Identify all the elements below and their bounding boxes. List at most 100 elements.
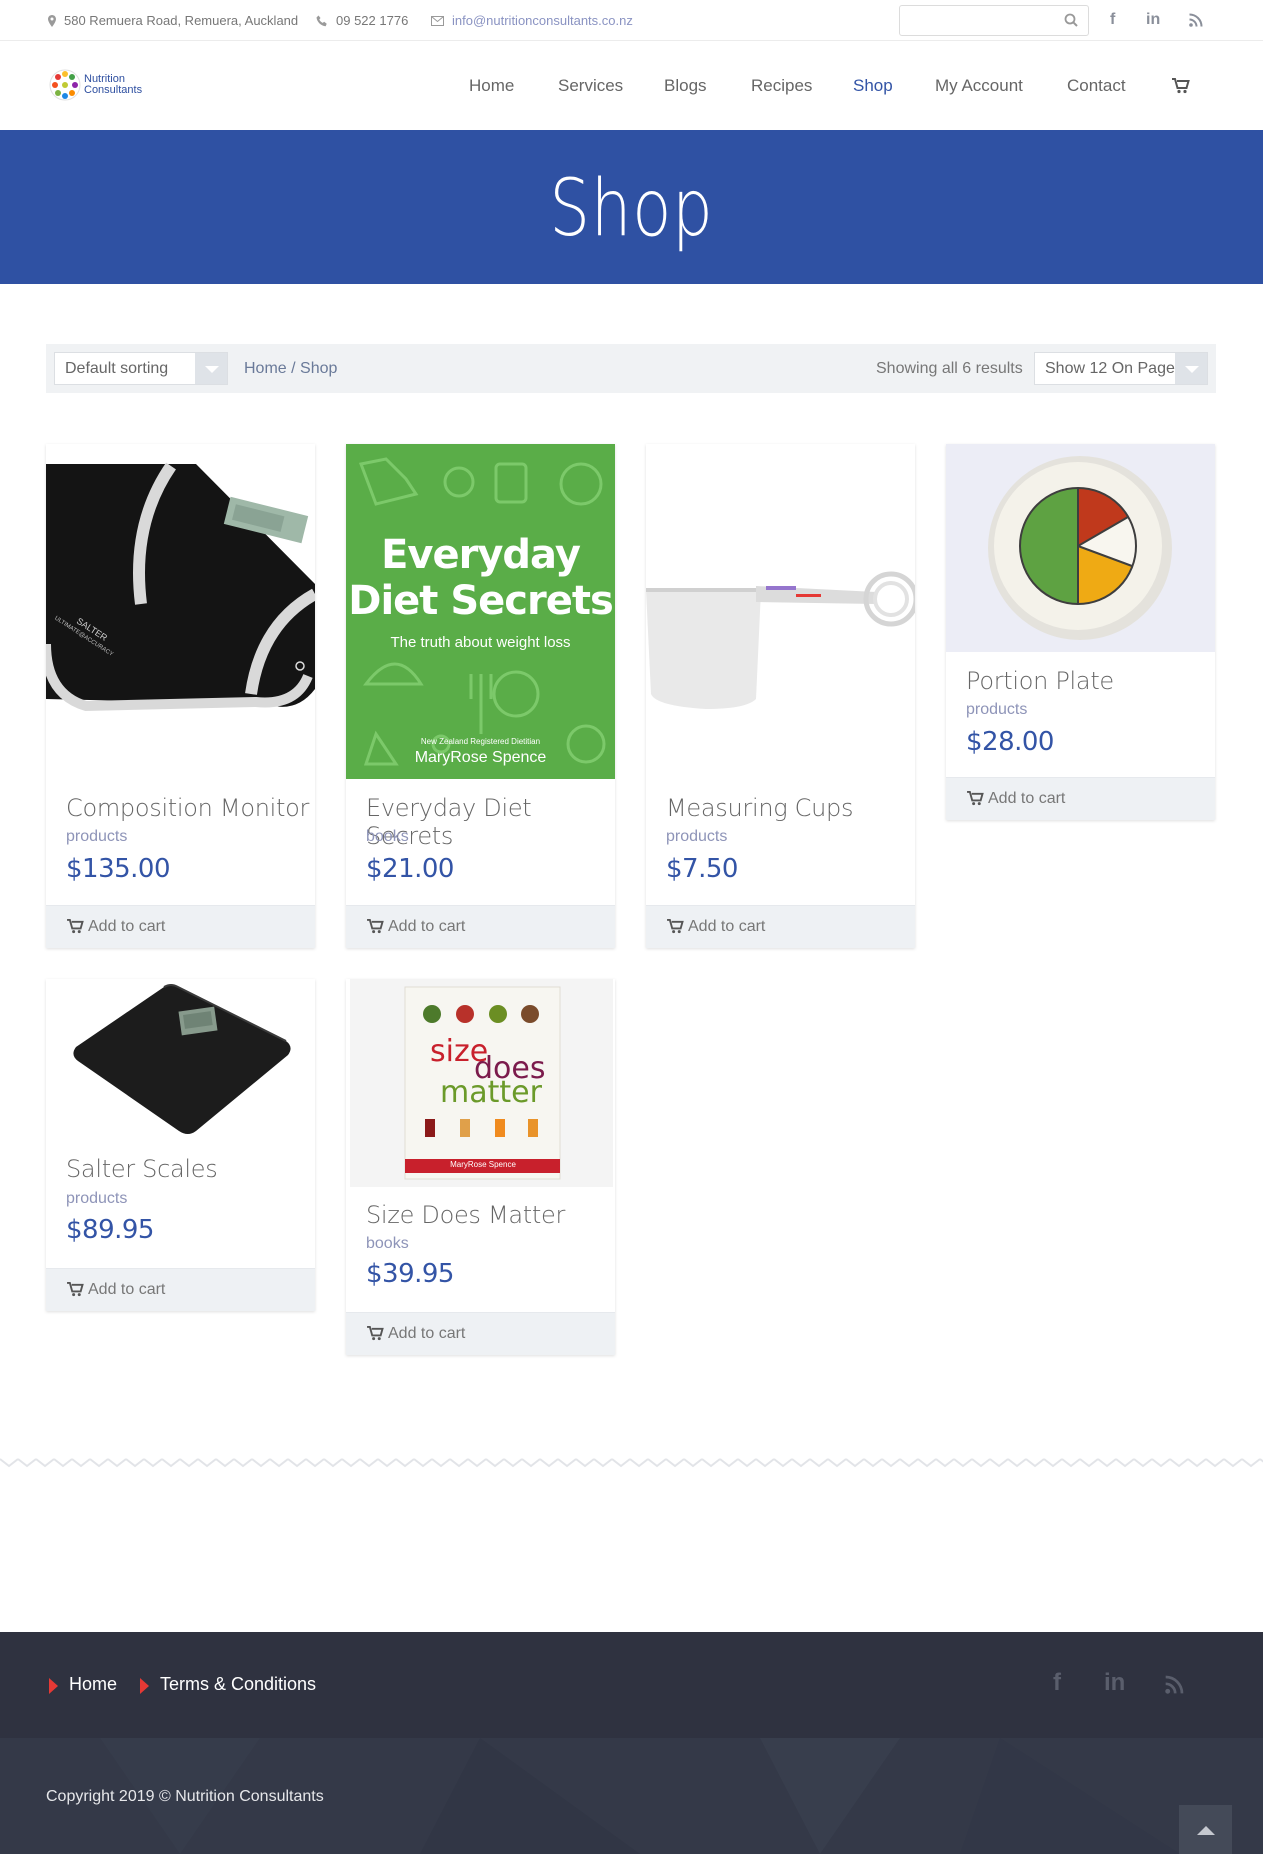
cart-icon — [67, 919, 84, 934]
product-price: $21.00 — [366, 854, 454, 884]
cover-small: New Zealand Registered Dietitian — [420, 737, 541, 746]
product-category[interactable]: books — [366, 828, 409, 846]
chevron-down-icon[interactable] — [1175, 353, 1207, 384]
address-text: 580 Remuera Road, Remuera, Auckland — [64, 13, 299, 28]
cart-icon — [67, 1282, 84, 1297]
nav-services[interactable]: Services — [558, 76, 623, 96]
product-category[interactable]: products — [66, 828, 127, 846]
scroll-to-top-button[interactable] — [1179, 1805, 1232, 1854]
nav-contact[interactable]: Contact — [1067, 76, 1126, 96]
facebook-icon[interactable]: f — [1110, 11, 1115, 29]
add-to-cart-label: Add to cart — [88, 1281, 166, 1298]
cart-icon — [367, 919, 384, 934]
add-to-cart-label: Add to cart — [88, 918, 166, 935]
product-price: $39.95 — [366, 1259, 454, 1289]
product-price: $89.95 — [66, 1215, 154, 1245]
product-image[interactable]: size does matter MaryRose Spence — [350, 979, 613, 1187]
linkedin-icon[interactable]: in — [1146, 11, 1160, 29]
product-title[interactable]: Portion Plate — [966, 667, 1114, 695]
cart-icon — [667, 919, 684, 934]
add-to-cart-button[interactable]: Add to cart — [46, 1268, 315, 1311]
product-image[interactable] — [646, 444, 915, 777]
breadcrumb[interactable]: Home / Shop — [244, 360, 337, 378]
cart-icon — [967, 791, 984, 806]
nav-recipes[interactable]: Recipes — [751, 76, 812, 96]
product-category[interactable]: books — [366, 1235, 409, 1253]
product-title[interactable]: Size Does Matter — [366, 1201, 565, 1229]
product-title[interactable]: Measuring Cups — [666, 794, 853, 822]
nav-blogs[interactable]: Blogs — [664, 76, 707, 96]
facebook-icon[interactable]: f — [1053, 1669, 1061, 1697]
product-title[interactable]: Salter Scales — [66, 1155, 218, 1183]
product-card[interactable]: size does matter MaryRose Spence Size Do… — [346, 979, 615, 1355]
rss-icon[interactable] — [1189, 13, 1203, 27]
product-image[interactable]: SALTER ULTIMATE@ACCURACY — [46, 444, 315, 777]
zigzag-divider — [0, 1455, 1263, 1469]
add-to-cart-label: Add to cart — [988, 790, 1066, 807]
footer-link-home[interactable]: Home — [69, 1674, 117, 1695]
product-image[interactable]: Everyday Diet Secrets The truth about we… — [346, 444, 615, 779]
product-card[interactable]: Portion Plate products $28.00 Add to car… — [946, 444, 1215, 820]
add-to-cart-button[interactable]: Add to cart — [946, 777, 1215, 820]
cover-word-matter: matter — [440, 1075, 542, 1110]
cart-icon[interactable] — [1172, 78, 1190, 94]
page: 580 Remuera Road, Remuera, Auckland 09 5… — [0, 0, 1263, 1854]
caret-right-icon — [140, 1678, 149, 1694]
product-title[interactable]: Composition Monitor — [66, 794, 309, 822]
footer-link-terms[interactable]: Terms & Conditions — [160, 1674, 316, 1695]
sorting-select[interactable]: Default sorting — [54, 352, 228, 385]
product-price: $28.00 — [966, 727, 1054, 757]
product-card[interactable]: Measuring Cups products $7.50 Add to car… — [646, 444, 915, 948]
shop-toolbar: Default sorting Home / Shop Showing all … — [46, 344, 1216, 393]
book-title-cover: Everyday Diet Secrets — [346, 532, 615, 624]
product-category[interactable]: products — [66, 1190, 127, 1208]
add-to-cart-button[interactable]: Add to cart — [46, 905, 315, 948]
phone-info[interactable]: 09 522 1776 — [316, 13, 408, 28]
address-info: 580 Remuera Road, Remuera, Auckland — [48, 13, 298, 28]
cover-author: MaryRose Spence — [450, 1160, 516, 1169]
brand-line2: Consultants — [84, 84, 143, 96]
product-category[interactable]: products — [666, 828, 727, 846]
salter-scales-image — [73, 984, 291, 1134]
portion-plate-image — [988, 456, 1172, 640]
product-card[interactable]: Salter Scales products $89.95 Add to car… — [46, 979, 315, 1311]
rss-icon[interactable] — [1165, 1675, 1184, 1694]
cover-tagline: The truth about weight loss — [390, 634, 571, 651]
cover-line1: Everyday — [381, 532, 581, 578]
product-image[interactable] — [46, 979, 315, 1144]
product-category[interactable]: products — [966, 701, 1027, 719]
nav-shop[interactable]: Shop — [853, 76, 893, 96]
add-to-cart-label: Add to cart — [688, 918, 766, 935]
main-nav: Nutrition Consultants Home Services Blog… — [0, 42, 1263, 130]
product-card[interactable]: SALTER ULTIMATE@ACCURACY Composition Mon… — [46, 444, 315, 948]
footer-links-bar: Home Terms & Conditions f in — [0, 1632, 1263, 1738]
email-link[interactable]: info@nutritionconsultants.co.nz — [452, 13, 633, 28]
search-input[interactable] — [899, 5, 1089, 36]
cart-icon — [367, 1326, 384, 1341]
top-info-bar: 580 Remuera Road, Remuera, Auckland 09 5… — [0, 0, 1263, 41]
add-to-cart-button[interactable]: Add to cart — [346, 905, 615, 948]
add-to-cart-button[interactable]: Add to cart — [346, 1312, 615, 1355]
per-page-value: Show 12 On Page — [1045, 360, 1175, 377]
product-price: $135.00 — [66, 854, 171, 884]
linkedin-icon[interactable]: in — [1104, 1669, 1125, 1697]
email-info[interactable]: info@nutritionconsultants.co.nz — [431, 13, 633, 28]
add-to-cart-label: Add to cart — [388, 918, 466, 935]
cover-line2: Diet Secrets — [348, 578, 614, 624]
product-price: $7.50 — [666, 854, 738, 884]
per-page-select[interactable]: Show 12 On Page — [1034, 352, 1208, 385]
product-card[interactable]: Everyday Diet Secrets The truth about we… — [346, 444, 615, 948]
map-marker-icon — [48, 14, 56, 27]
nav-home[interactable]: Home — [469, 76, 514, 96]
product-image[interactable] — [946, 444, 1215, 652]
add-to-cart-label: Add to cart — [388, 1325, 466, 1342]
footer-copyright-bar: Copyright 2019 © Nutrition Consultants — [0, 1738, 1263, 1854]
nav-my-account[interactable]: My Account — [935, 76, 1023, 96]
logo-icon[interactable] — [48, 68, 82, 102]
measuring-cups-image — [646, 571, 915, 709]
cover-author: MaryRose Spence — [414, 749, 547, 766]
brand-name[interactable]: Nutrition Consultants — [84, 74, 142, 96]
add-to-cart-button[interactable]: Add to cart — [646, 905, 915, 948]
chevron-down-icon[interactable] — [195, 353, 227, 384]
search-icon[interactable] — [1064, 13, 1078, 27]
